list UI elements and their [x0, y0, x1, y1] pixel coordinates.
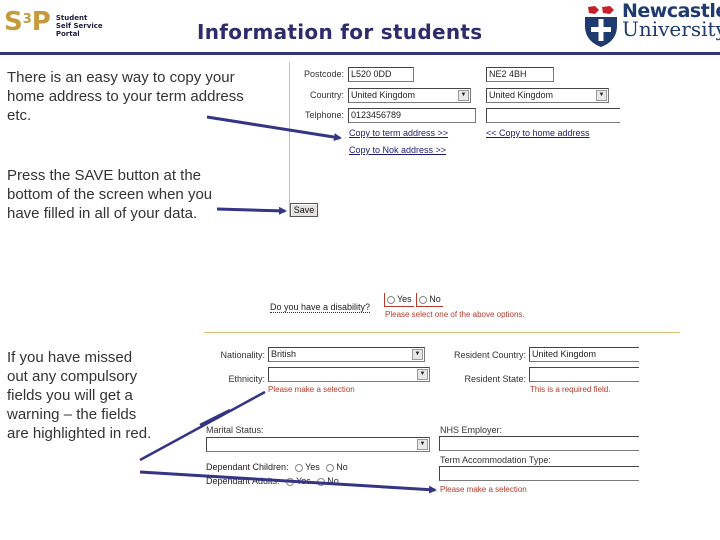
term-accommodation-select[interactable] — [439, 466, 639, 481]
term-accommodation-label: Term Accommodation Type: — [440, 455, 551, 465]
s3p-logo-caption: Student Self Service Portal — [55, 14, 103, 38]
newcastle-university-logo: Newcastle University — [583, 2, 720, 48]
radio-no-label: No — [429, 294, 441, 304]
home-country-value: United Kingdom — [351, 90, 416, 100]
copy-to-home-address-link[interactable]: << Copy to home address — [486, 128, 590, 138]
note-save-button: Press the SAVE button at the bottom of t… — [7, 167, 213, 222]
disability-radio-group: Yes No — [384, 293, 443, 307]
term-country-select[interactable]: United Kingdom ▼ — [486, 88, 609, 103]
dependant-children-group: Dependant Children: Yes No — [206, 462, 348, 472]
dependant-adults-no-radio[interactable] — [317, 477, 326, 486]
dependant-adults-label: Dependant Adults: — [206, 476, 280, 486]
copy-to-term-address-link[interactable]: Copy to term address >> — [349, 128, 448, 138]
radio-no[interactable] — [419, 295, 428, 304]
resident-state-label: Resident State: — [464, 374, 526, 384]
yes-label: Yes — [305, 462, 320, 472]
resident-country-label: Resident Country: — [453, 350, 526, 360]
dependant-adults-yes-radio[interactable] — [286, 477, 295, 486]
s3p-logo: S3P Student Self Service Portal — [4, 8, 103, 38]
header-divider — [0, 52, 720, 55]
marital-status-select[interactable]: ▼ — [206, 437, 430, 452]
disability-error: Please select one of the above options. — [385, 310, 525, 319]
chevron-down-icon[interactable]: ▼ — [596, 90, 607, 101]
no-label: No — [336, 462, 348, 472]
nationality-label: Nationality: — [220, 350, 265, 360]
dependant-children-no-radio[interactable] — [326, 463, 335, 472]
ethnicity-label: Ethnicity: — [228, 374, 265, 384]
home-country-select[interactable]: United Kingdom ▼ — [348, 88, 471, 103]
resident-state-error: This is a required field. — [530, 385, 611, 394]
resident-state-input[interactable] — [529, 367, 639, 382]
arrow-to-nhs-field — [199, 408, 231, 427]
form-border-line — [289, 62, 290, 217]
dependant-children-label: Dependant Children: — [206, 462, 289, 472]
university-crest-icon — [585, 4, 617, 47]
term-accommodation-error: Please make a selection — [440, 485, 527, 494]
ethnicity-select[interactable]: ▼ — [268, 367, 430, 382]
dependant-adults-group: Dependant Adults: Yes No — [206, 476, 339, 486]
nationality-value: British — [271, 349, 297, 359]
country-label: Country: — [309, 90, 344, 100]
note-copy-address: There is an easy way to copy your home a… — [7, 69, 244, 124]
chevron-down-icon[interactable]: ▼ — [417, 369, 428, 380]
chevron-down-icon[interactable]: ▼ — [412, 349, 423, 360]
marital-status-label: Marital Status: — [206, 425, 264, 435]
disability-no-option[interactable]: No — [416, 293, 443, 307]
nhs-employer-label: NHS Employer: — [440, 425, 503, 435]
yes-label: Yes — [296, 476, 311, 486]
note-missed-fields: If you have missed out any compulsory fi… — [7, 349, 152, 442]
home-telephone-input[interactable]: 0123456789 — [348, 108, 476, 123]
term-country-value: United Kingdom — [489, 90, 554, 100]
nationality-select[interactable]: British ▼ — [268, 347, 425, 362]
page-title: Information for students — [197, 20, 483, 44]
telephone-label: Telphone: — [304, 110, 344, 120]
resident-country-select[interactable]: United Kingdom — [529, 347, 639, 362]
term-postcode-input[interactable]: NE2 4BH — [486, 67, 554, 82]
postcode-label: Postcode: — [303, 69, 344, 79]
copy-to-nok-address-link[interactable]: Copy to Nok address >> — [349, 145, 446, 155]
section-divider — [204, 332, 680, 333]
save-button[interactable]: Save — [290, 203, 318, 217]
header: S3P Student Self Service Portal Informat… — [0, 0, 720, 55]
disability-question-label: Do you have a disability? — [270, 302, 371, 313]
university-name: Newcastle University — [622, 0, 720, 41]
term-telephone-input[interactable] — [486, 108, 620, 123]
dependant-children-yes-radio[interactable] — [295, 463, 304, 472]
disability-yes-option[interactable]: Yes — [384, 293, 414, 307]
ethnicity-error: Please make a selection — [268, 385, 355, 394]
radio-yes-label: Yes — [397, 294, 412, 304]
radio-yes[interactable] — [387, 295, 395, 304]
s3p-logo-mark: S3P — [4, 7, 51, 37]
chevron-down-icon[interactable]: ▼ — [417, 439, 428, 450]
home-postcode-input[interactable]: L520 0DD — [348, 67, 414, 82]
nhs-employer-input[interactable] — [439, 436, 639, 451]
chevron-down-icon[interactable]: ▼ — [458, 90, 469, 101]
no-label: No — [327, 476, 339, 486]
